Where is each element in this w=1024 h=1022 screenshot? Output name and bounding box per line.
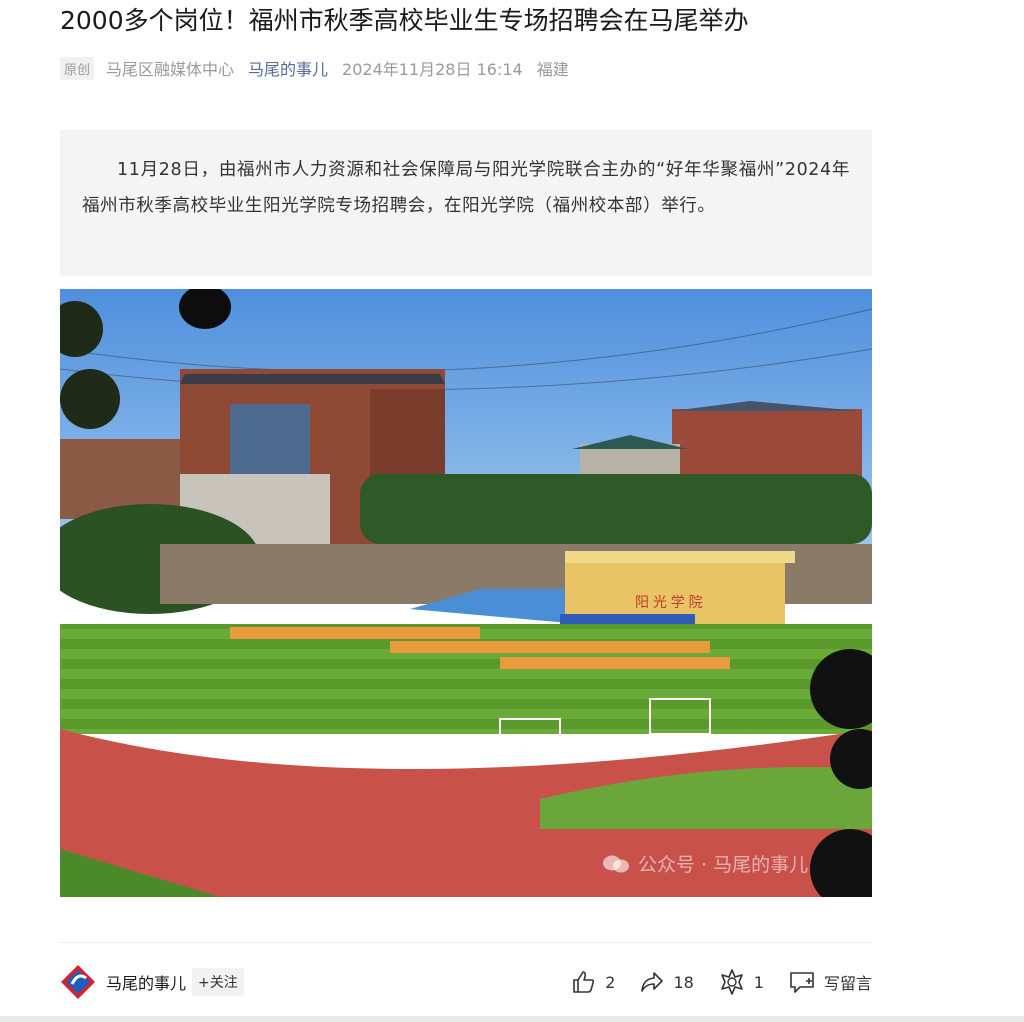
article-meta: 原创 马尾区融媒体中心 马尾的事儿 2024年11月28日 16:14 福建 <box>60 56 569 80</box>
like-button[interactable]: 2 <box>571 969 615 995</box>
photo-watermark: 公众号 · 马尾的事儿 <box>602 850 808 877</box>
source-name: 马尾区融媒体中心 <box>106 60 235 79</box>
follow-button[interactable]: +关注 <box>192 968 244 996</box>
account-link[interactable]: 马尾的事儿 <box>248 56 328 80</box>
original-tag: 原创 <box>60 56 95 80</box>
recommend-button[interactable]: 1 <box>718 968 764 996</box>
share-count: 18 <box>673 972 694 992</box>
logo-icon[interactable] <box>60 964 96 1000</box>
footer-divider <box>60 942 872 943</box>
article-photo[interactable]: 阳 光 学 院 <box>60 289 872 897</box>
wechat-icon <box>603 855 629 872</box>
publish-location: 福建 <box>536 60 569 79</box>
banner-text: 阳 光 学 院 <box>635 594 703 610</box>
bottom-scroll-bar <box>0 1016 1024 1022</box>
comment-label: 写留言 <box>823 974 872 993</box>
recommend-icon <box>720 969 743 995</box>
footer-account-name[interactable]: 马尾的事儿 <box>106 970 186 994</box>
article-title: 2000多个岗位！福州市秋季高校毕业生专场招聘会在马尾举办 <box>60 6 749 35</box>
article-footer: 马尾的事儿 +关注 2 18 1 写留言 <box>60 962 872 1002</box>
share-icon <box>641 972 664 992</box>
comment-icon <box>790 972 814 993</box>
comment-button[interactable]: 写留言 <box>788 969 872 995</box>
like-icon <box>573 971 595 993</box>
share-button[interactable]: 18 <box>639 969 694 995</box>
article-summary: 11月28日，由福州市人力资源和社会保障局与阳光学院联合主办的“好年华聚福州”2… <box>60 130 872 276</box>
like-count: 2 <box>605 972 616 992</box>
recommend-count: 1 <box>753 972 764 992</box>
publish-datetime: 2024年11月28日 16:14 <box>342 60 523 79</box>
action-bar: 2 18 1 写留言 <box>547 968 872 996</box>
